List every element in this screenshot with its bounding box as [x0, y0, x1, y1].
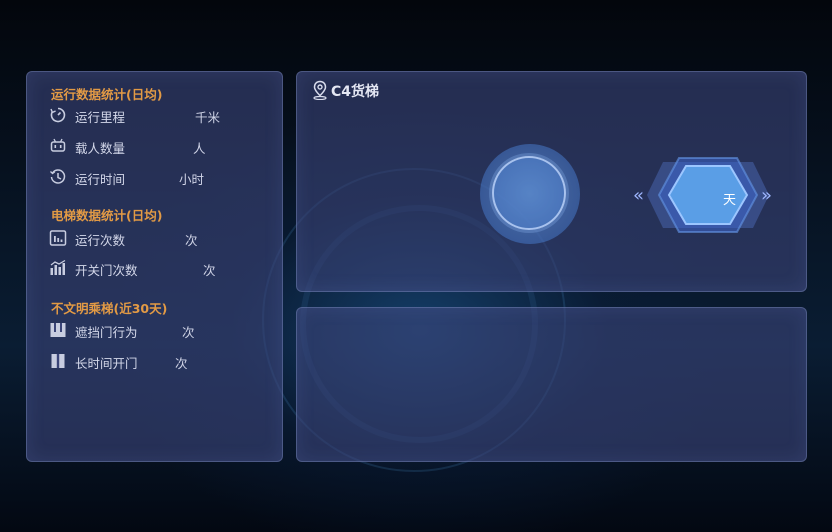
stat-unit: 人 [193, 141, 206, 156]
door-open-icon [51, 354, 65, 368]
statistics-panel: 运行数据统计(日均) 运行里程 千米 载人数量 人 运行时间 小时 电梯数据统计… [26, 71, 283, 462]
uncivilized-title: 不文明乘梯(近30天) [51, 301, 168, 316]
dial-icon [50, 107, 66, 123]
stat-unit: 小时 [179, 172, 205, 187]
stat-unit: 次 [185, 233, 198, 248]
history-icon [50, 169, 66, 184]
stat-row-runtime: 运行时间 小时 [49, 167, 269, 187]
column-chart-icon [50, 259, 66, 275]
running-stats-title: 运行数据统计(日均) [51, 87, 163, 102]
stat-unit: 次 [182, 325, 195, 340]
stat-label: 运行里程 [75, 110, 126, 125]
elevator-stats-title: 电梯数据统计(日均) [51, 208, 163, 223]
stat-row-run-count: 运行次数 次 [49, 228, 269, 248]
prev-arrow-icon[interactable]: « [633, 185, 644, 206]
stat-row-door-block: 遮挡门行为 次 [49, 320, 269, 340]
stat-row-long-open: 长时间开门 次 [49, 351, 269, 371]
status-dial [492, 156, 566, 230]
stat-unit: 千米 [195, 110, 221, 125]
robot-icon [50, 138, 66, 152]
stat-unit: 次 [203, 263, 216, 278]
stat-label: 长时间开门 [75, 356, 138, 371]
days-selector: « » 天 [633, 154, 783, 236]
elevator-status-panel: C4货梯 « » 天 [296, 71, 807, 292]
next-arrow-icon[interactable]: » [761, 185, 772, 206]
days-unit: 天 [723, 193, 737, 208]
stat-unit: 次 [175, 356, 188, 371]
stat-row-door-count: 开关门次数 次 [49, 258, 269, 278]
stat-label: 开关门次数 [75, 263, 138, 278]
bar-chart-icon [49, 230, 67, 246]
door-block-icon [50, 323, 66, 337]
stat-row-passengers: 载人数量 人 [49, 136, 269, 156]
stat-label: 运行时间 [75, 172, 126, 187]
detail-panel [296, 307, 807, 462]
location-pin-icon [313, 80, 327, 100]
stat-row-mileage: 运行里程 千米 [49, 105, 269, 125]
device-name: C4货梯 [331, 84, 380, 100]
stat-label: 运行次数 [75, 233, 126, 248]
stat-label: 载人数量 [75, 141, 126, 156]
stat-label: 遮挡门行为 [75, 325, 138, 340]
